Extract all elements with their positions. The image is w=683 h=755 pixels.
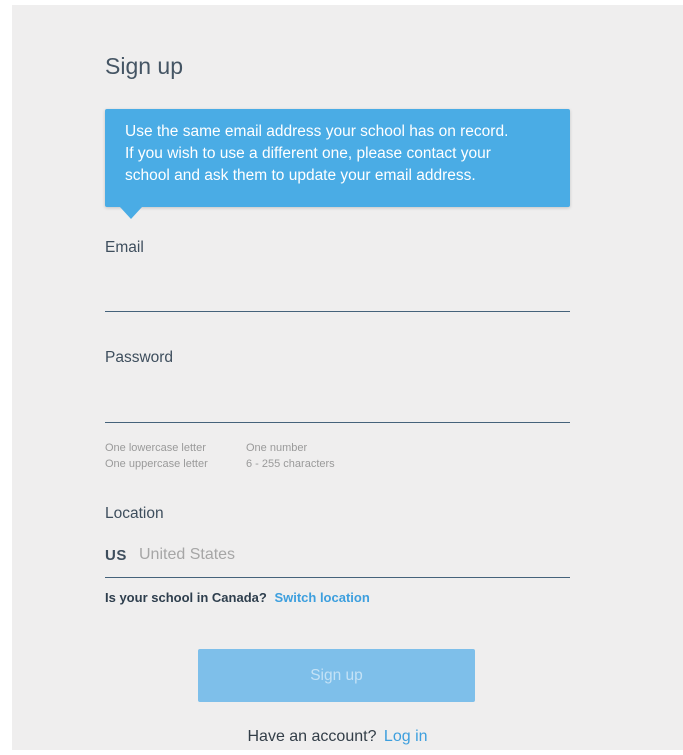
requirement-item: One uppercase letter [105,458,208,470]
canada-question: Is your school in Canada? [105,590,267,605]
email-underline [105,311,570,312]
email-info-tooltip: Use the same email address your school h… [105,109,570,219]
page-title: Sign up [105,53,184,79]
location-select[interactable]: US United States [105,543,570,578]
login-link[interactable]: Log in [384,728,428,745]
tooltip-line: school and ask them to update your email… [125,167,476,184]
canada-prompt: Is your school in Canada? Switch locatio… [105,589,370,607]
requirements-row: One lowercase letter One number [105,440,335,456]
requirement-item: 6 - 255 characters [246,458,335,470]
tooltip-arrow [120,207,142,219]
password-input[interactable] [105,392,570,422]
email-input[interactable] [105,281,570,311]
switch-location-link[interactable]: Switch location [274,590,369,605]
requirement-item: One lowercase letter [105,442,206,454]
login-prompt: Have an account? Log in [105,726,570,748]
country-code: US [105,547,127,564]
requirements-row: One uppercase letter 6 - 255 characters [105,456,335,472]
password-label: Password [105,349,174,366]
account-question: Have an account? [247,728,377,745]
password-requirements: One lowercase letter One number One upper… [105,440,335,472]
location-label: Location [105,505,164,522]
email-label: Email [105,239,144,256]
signup-button[interactable]: Sign up [198,649,475,702]
signup-form: Sign up Use the same email address your … [105,5,570,750]
tooltip-line: Use the same email address your school h… [125,123,509,140]
password-underline [105,422,570,423]
country-name: United States [139,546,236,563]
signup-panel: Sign up Use the same email address your … [12,5,683,750]
requirement-item: One number [246,442,308,454]
tooltip-line: If you wish to use a different one, plea… [125,145,491,162]
